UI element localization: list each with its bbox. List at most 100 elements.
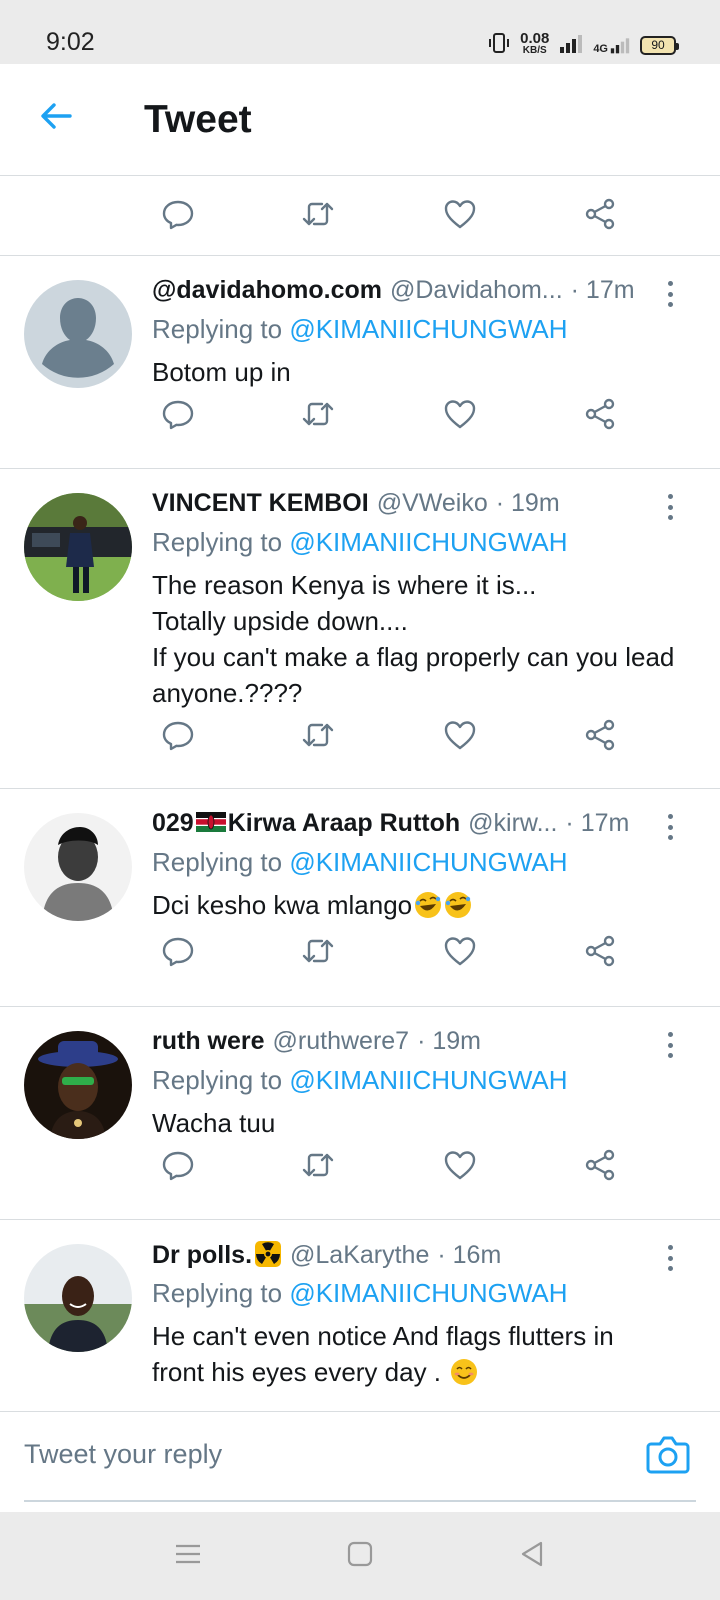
reply-text: Wacha tuu [152,1108,276,1138]
reply-item[interactable]: VINCENT KEMBOI @VWeiko · 19m Replying to… [0,469,720,789]
reply-icon [161,934,195,973]
more-options-button[interactable] [660,491,680,523]
menu-icon [174,1542,202,1571]
reply-icon [161,1148,195,1187]
retweet-button[interactable] [290,388,346,444]
mention-link[interactable]: @KIMANIICHUNGWAH [289,847,567,877]
reply-icon [161,397,195,436]
mention-link[interactable]: @KIMANIICHUNGWAH [289,527,567,557]
mention-link[interactable]: @KIMANIICHUNGWAH [289,1278,567,1308]
user-handle[interactable]: @ruthwere7 [273,1027,410,1056]
mobile-data-icon: 4G [593,35,630,55]
reply-button[interactable] [150,188,206,244]
timestamp: · 17m [565,809,630,837]
share-button[interactable] [572,925,628,981]
heart-icon [443,718,477,757]
retweet-button[interactable] [290,1139,346,1195]
status-bar: 9:02 0.08 KB/S 4G 90 [0,0,720,64]
user-handle[interactable]: @LaKarythe [290,1241,429,1270]
like-button[interactable] [432,188,488,244]
profile-photo-icon [24,813,132,921]
retweet-icon [301,934,335,973]
camera-button[interactable] [644,1432,692,1480]
back-nav-button[interactable] [508,1532,556,1580]
like-button[interactable] [432,388,488,444]
replying-to: Replying to @KIMANIICHUNGWAH [152,847,568,877]
app-header: Tweet [0,64,720,176]
retweet-icon [301,1148,335,1187]
profile-photo-icon [24,1244,132,1352]
display-name[interactable]: ruth were [152,1027,265,1056]
more-options-button[interactable] [660,1029,680,1061]
replying-to: Replying to @KIMANIICHUNGWAH [152,314,568,344]
share-icon [583,718,617,757]
reply-button[interactable] [150,1139,206,1195]
reply-item[interactable]: @davidahomo.com @Davidahom... · 17m Repl… [0,256,720,469]
more-options-button[interactable] [660,278,680,310]
user-handle[interactable]: @VWeiko [377,489,488,518]
avatar[interactable] [24,813,132,921]
profile-photo-icon [24,1031,132,1139]
radioactive-emoji [254,1240,282,1268]
home-button[interactable] [336,1532,384,1580]
user-handle[interactable]: @kirw... [468,809,557,838]
like-button[interactable] [432,1139,488,1195]
signal-icon [559,33,583,58]
menu-button[interactable] [164,1532,212,1580]
share-button[interactable] [572,388,628,444]
replying-to: Replying to @KIMANIICHUNGWAH [152,1278,568,1308]
user-handle[interactable]: @Davidahom... [390,276,563,305]
share-icon [583,397,617,436]
reply-item[interactable]: Dr polls. @LaKarythe · 16m Replying to @… [0,1220,720,1412]
share-button[interactable] [572,709,628,765]
mention-link[interactable]: @KIMANIICHUNGWAH [289,314,567,344]
share-button[interactable] [572,1139,628,1195]
more-options-button[interactable] [660,811,680,843]
rolling-laughing-emoji [414,891,442,919]
reply-composer [0,1412,720,1512]
status-time: 9:02 [46,28,95,56]
like-button[interactable] [432,709,488,765]
timestamp: · 16m [437,1241,502,1269]
reply-text: Dci kesho kwa mlango [152,887,700,923]
retweet-button[interactable] [290,709,346,765]
avatar[interactable] [24,1244,132,1352]
reply-button[interactable] [150,709,206,765]
reply-header: ruth were @ruthwere7 · 19m [152,1027,658,1056]
page-title: Tweet [144,98,252,141]
back-button[interactable] [28,90,84,146]
reply-input[interactable] [24,1426,634,1482]
net-speed: 0.08 KB/S [520,30,550,56]
reply-button[interactable] [150,388,206,444]
share-icon [583,934,617,973]
vibrate-icon [488,32,510,59]
smiling-face-emoji [450,1358,478,1386]
retweet-icon [301,197,335,236]
default-avatar-icon [24,280,132,388]
mention-link[interactable]: @KIMANIICHUNGWAH [289,1065,567,1095]
reply-item[interactable]: 029 Kirwa Araap Ruttoh @kirw... · 17m Rep… [0,789,720,1007]
heart-icon [443,934,477,973]
retweet-button[interactable] [290,925,346,981]
avatar[interactable] [24,493,132,601]
display-name[interactable]: VINCENT KEMBOI [152,489,369,518]
reply-text: He can't even notice And flags flutters … [152,1321,614,1387]
display-name[interactable]: @davidahomo.com [152,276,382,305]
reply-button[interactable] [150,925,206,981]
avatar[interactable] [24,280,132,388]
more-options-button[interactable] [660,1242,680,1274]
like-button[interactable] [432,925,488,981]
back-triangle-icon [519,1540,545,1573]
reply-header: VINCENT KEMBOI @VWeiko · 19m [152,489,658,518]
retweet-button[interactable] [290,188,346,244]
avatar[interactable] [24,1031,132,1139]
timestamp: · 19m [417,1027,481,1055]
share-button[interactable] [572,188,628,244]
camera-icon [646,1434,690,1479]
share-icon [583,1148,617,1187]
display-name[interactable]: 029 Kirwa Araap Ruttoh [152,809,460,838]
display-name[interactable]: Dr polls. [152,1240,282,1270]
reply-item[interactable]: ruth were @ruthwere7 · 19m Replying to @… [0,1007,720,1220]
reply-icon [161,197,195,236]
retweet-icon [301,397,335,436]
